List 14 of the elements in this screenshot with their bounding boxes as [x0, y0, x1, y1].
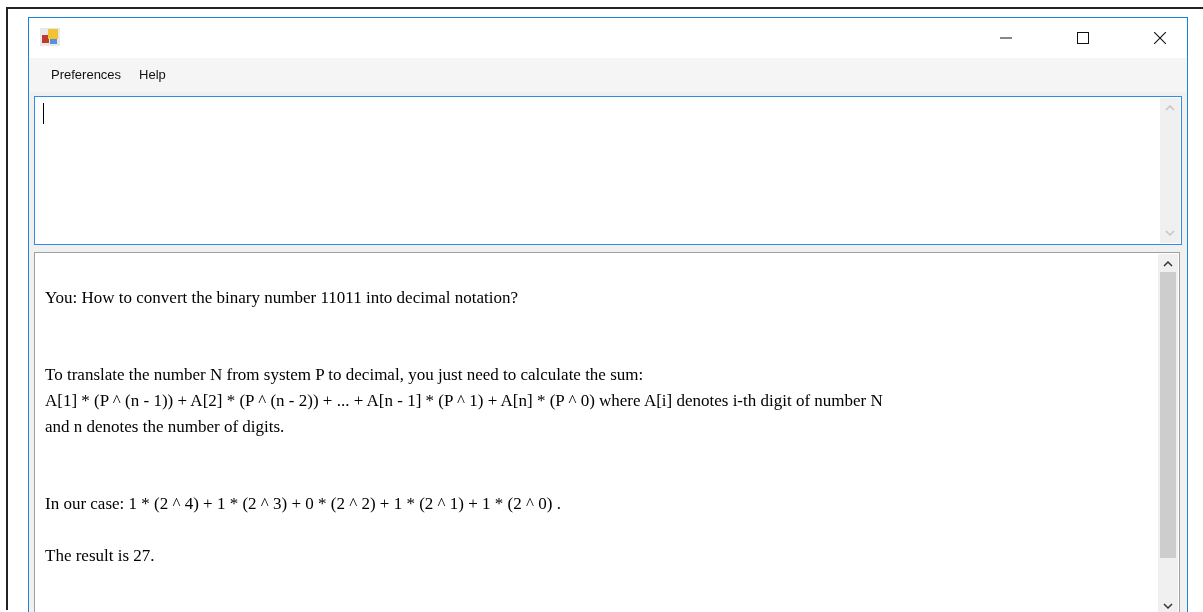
text-line: The result is 27. — [45, 545, 156, 567]
menu-item[interactable]: Preferences — [37, 64, 129, 86]
close-icon[interactable] — [1154, 32, 1166, 44]
text-line: A[1] * (P ^ (n - 1)) + A[2] * (P ^ (n - 2)) + ... + A[n - 1] * (P ^ 1) + A[n] * (P ^ 0) where A[i] denotes i-th digit of number N — [45, 390, 884, 412]
scroll-thumb[interactable] — [1160, 272, 1176, 558]
scroll-up-icon[interactable] — [1163, 260, 1173, 267]
scrollbar[interactable] — [1158, 254, 1178, 612]
text-line: You: How to convert the binary number 11011 into decimal notation? — [45, 287, 519, 309]
text-line: In our case: 1 * (2 ^ 4) + 1 * (2 ^ 3) + 0 * (2 ^ 2) + 1 * (2 ^ 1) + 1 * (2 ^ 0) . — [45, 493, 562, 515]
scroll-down-icon[interactable] — [1163, 603, 1173, 610]
maximize-icon[interactable] — [1077, 32, 1089, 44]
text-line: To translate the number N from system P to decimal, you just need to calculate the sum: — [45, 364, 645, 386]
menu-item[interactable]: Help — [127, 64, 173, 86]
text-line: and n denotes the number of digits. — [45, 416, 286, 438]
